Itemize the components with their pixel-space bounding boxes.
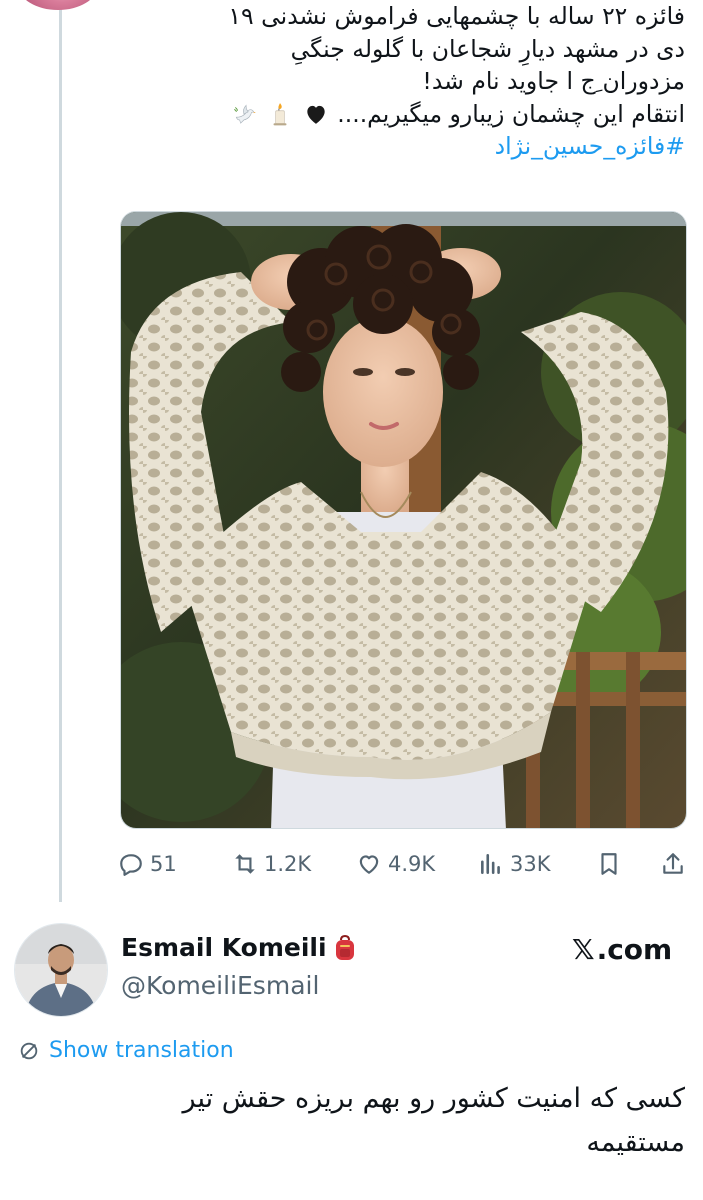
display-name[interactable]: Esmail Komeili <box>121 933 357 962</box>
user-handle[interactable]: @KomeiliEsmail <box>121 971 319 1000</box>
views-count: 33K <box>510 852 551 876</box>
repost-count: 1.2K <box>264 852 312 876</box>
brand-suffix: .com <box>596 933 673 966</box>
views-icon <box>481 854 500 874</box>
black-heart-icon <box>307 105 325 124</box>
show-translation-label: Show translation <box>49 1038 234 1063</box>
backpack-icon <box>335 934 354 960</box>
thread-line <box>59 0 62 902</box>
bookmark-action[interactable] <box>596 846 622 882</box>
hashtag-link[interactable]: #فائزه_حسین_نژاد <box>125 130 685 163</box>
previous-avatar[interactable] <box>18 0 98 10</box>
tweet-line: مزدوران ِج ا جاوید نام شد! <box>422 67 685 95</box>
repost-icon <box>235 854 255 874</box>
heart-icon <box>359 855 379 874</box>
like-count: 4.9K <box>388 852 436 876</box>
views-action[interactable]: 33K <box>478 846 551 882</box>
candle-icon <box>273 102 287 125</box>
tweet-line-text: انتقام این چشمان زیبارو میگیریم.... <box>337 99 685 128</box>
display-name-text: Esmail Komeili <box>121 933 327 962</box>
bookmark-icon <box>601 853 617 875</box>
reply-action[interactable]: 51 <box>118 846 177 882</box>
avatar[interactable] <box>14 923 108 1017</box>
reply-count: 51 <box>150 852 177 876</box>
photo-illustration <box>121 212 686 828</box>
tweet-photo[interactable] <box>120 211 687 829</box>
avatar-image <box>15 924 107 1016</box>
tweet-actions: 51 1.2K 4.9K 33K <box>118 846 690 882</box>
like-action[interactable]: 4.9K <box>356 846 435 882</box>
show-translation-link[interactable]: Show translation <box>18 1038 234 1063</box>
translate-icon <box>20 1042 38 1059</box>
reply-line: کسی که امنیت کشور رو بهم بریزه حقش تیر <box>182 1083 685 1114</box>
repost-action[interactable]: 1.2K <box>232 846 311 882</box>
tweet-text: فائزه ۲۲ ساله با چشمهایی فراموش نشدنی ۱۹… <box>125 0 685 163</box>
reply-text: کسی که امنیت کشور رو بهم بریزه حقش تیر م… <box>45 1077 685 1165</box>
share-icon <box>663 853 683 874</box>
reply-line: مستقیمه <box>586 1127 685 1158</box>
reply-icon <box>120 854 142 876</box>
share-action[interactable] <box>660 846 686 882</box>
x-logo-icon: 𝕏 <box>572 933 595 966</box>
tweet-line-with-emojis: انتقام این چشمان زیبارو میگیریم.... <box>125 98 685 131</box>
tweet-line: دی در مشهد دیارِ شجاعان با گلوله جنگیِ <box>290 34 685 63</box>
tweet-line: فائزه ۲۲ ساله با چشمهایی فراموش نشدنی ۱۹ <box>228 2 685 30</box>
x-brand-watermark: 𝕏 .com <box>572 933 672 966</box>
dove-icon <box>233 104 256 124</box>
